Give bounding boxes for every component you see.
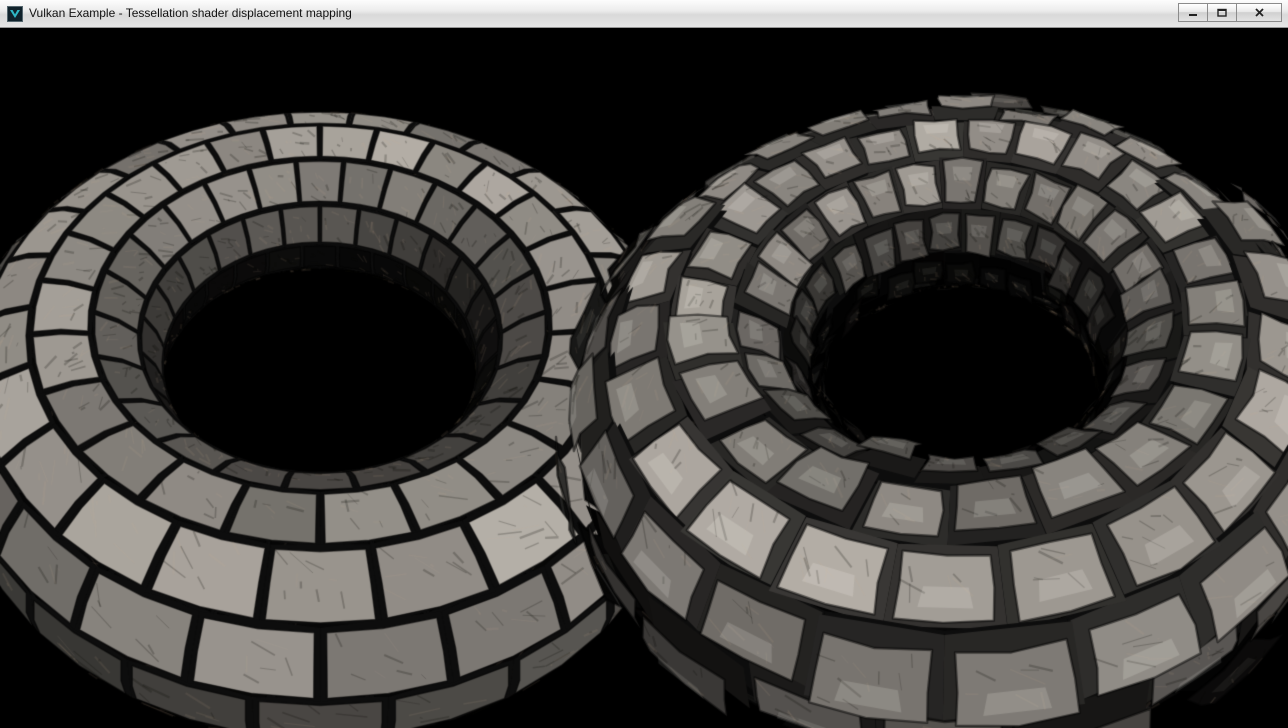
close-icon <box>1254 8 1265 17</box>
window-titlebar[interactable]: Vulkan Example - Tessellation shader dis… <box>0 0 1288 28</box>
maximize-button[interactable] <box>1207 3 1237 22</box>
vulkan-render-viewport[interactable] <box>0 28 1288 728</box>
minimize-button[interactable] <box>1178 3 1208 22</box>
close-button[interactable] <box>1236 3 1282 22</box>
caption-buttons <box>1178 0 1288 27</box>
app-window: Vulkan Example - Tessellation shader dis… <box>0 0 1288 728</box>
minimize-icon <box>1188 8 1198 17</box>
window-title: Vulkan Example - Tessellation shader dis… <box>29 7 352 20</box>
maximize-icon <box>1217 8 1227 17</box>
app-icon <box>7 6 23 22</box>
